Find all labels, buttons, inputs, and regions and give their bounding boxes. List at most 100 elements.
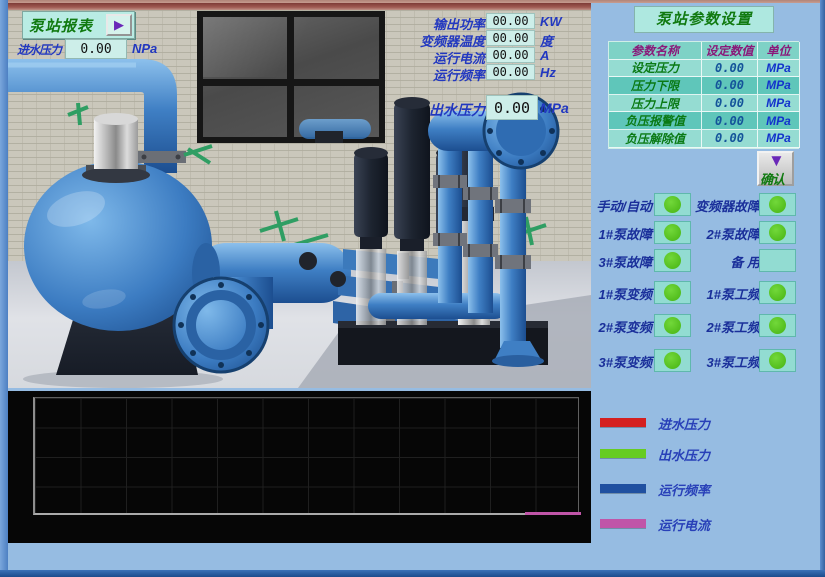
status-label: 2#泵故障: [707, 224, 760, 243]
param-name: 压力上限: [609, 95, 702, 113]
status-label: 2#泵变频: [599, 317, 652, 336]
outlet-pressure-value: 0.00: [486, 95, 538, 120]
play-icon[interactable]: ▶: [106, 14, 132, 36]
param-name: 设定压力: [609, 60, 702, 78]
legend-swatch: [600, 418, 646, 427]
status-lamp-box: [759, 349, 796, 372]
status-lamp-box: [654, 281, 691, 304]
status-label: 3#泵故障: [599, 252, 652, 271]
col-header-name: 参数名称: [609, 42, 702, 60]
status-lamp-box: [654, 314, 691, 337]
chart-grid: [33, 397, 579, 515]
status-lamp-box: [654, 221, 691, 244]
lamp-icon: [769, 224, 786, 241]
legend-item: 运行频率: [598, 480, 798, 496]
status-row: 1#泵变频 1#泵工频: [595, 281, 800, 304]
report-button-label: 泵站报表: [23, 15, 93, 36]
param-value[interactable]: 0.00: [702, 130, 758, 148]
legend-item: 进水压力: [598, 414, 798, 430]
frame-top: [0, 0, 825, 3]
current-trace: [525, 512, 581, 515]
frame-left: [0, 0, 8, 577]
param-value[interactable]: 0.00: [702, 95, 758, 113]
col-header-value: 设定数值: [702, 42, 758, 60]
status-row: 3#泵变频 3#泵工频: [595, 349, 800, 372]
hmi-screen: 泵站报表 ▶ 进水压力 0.00 NPa 输出功率 00.00 KW 变频器温度…: [0, 0, 825, 577]
readout-value: 00.00: [486, 64, 535, 80]
readout-value: 00.00: [486, 47, 535, 63]
param-name: 负压解除值: [609, 130, 702, 148]
lamp-icon: [664, 284, 681, 301]
param-unit: MPa: [758, 130, 800, 148]
status-label: 3#泵工频: [707, 352, 760, 371]
readout-value: 00.00: [486, 13, 535, 29]
param-name: 压力下限: [609, 77, 702, 95]
frame-bottom: [0, 570, 825, 577]
status-label: 备 用: [730, 252, 760, 271]
readout-unit: KW: [540, 14, 562, 29]
status-row: 3#泵故障 备 用: [595, 249, 800, 272]
status-label: 2#泵工频: [707, 317, 760, 336]
confirm-label: 确认: [760, 169, 784, 188]
status-label: 手动/自动: [596, 196, 652, 215]
readout-label: 运行频率: [368, 65, 485, 84]
legend-item: 运行电流: [598, 515, 798, 531]
status-lamp-box: [654, 249, 691, 272]
legend-label: 进水压力: [658, 414, 710, 433]
lamp-icon: [769, 317, 786, 334]
readout-unit: Hz: [540, 65, 556, 80]
legend-label: 运行电流: [658, 515, 710, 534]
status-lamp-box: [654, 349, 691, 372]
trend-chart: [8, 391, 591, 543]
legend-label: 出水压力: [658, 445, 710, 464]
status-label: 1#泵工频: [707, 284, 760, 303]
legend-swatch: [600, 484, 646, 493]
lamp-icon: [664, 352, 681, 369]
param-value[interactable]: 0.00: [702, 60, 758, 78]
status-row: 2#泵变频 2#泵工频: [595, 314, 800, 337]
status-lamp-box: [759, 249, 796, 272]
lamp-icon: [769, 196, 786, 213]
status-lamp-box: [759, 314, 796, 337]
outlet-pressure-label: 出水压力: [368, 100, 485, 120]
param-value[interactable]: 0.00: [702, 112, 758, 130]
frame-right: [820, 0, 825, 577]
status-lamp-box: [654, 193, 691, 216]
confirm-triangle-icon: ▼: [768, 151, 785, 171]
status-label: 变频器故障: [695, 196, 760, 215]
lamp-icon: [664, 317, 681, 334]
legend-swatch: [600, 449, 646, 458]
legend-label: 运行频率: [658, 480, 710, 499]
outlet-pressure-unit: MPa: [540, 100, 569, 116]
param-unit: MPa: [758, 112, 800, 130]
status-label: 1#泵变频: [599, 284, 652, 303]
param-unit: MPa: [758, 77, 800, 95]
param-unit: MPa: [758, 95, 800, 113]
status-lamp-box: [759, 281, 796, 304]
status-lamp-box: [759, 221, 796, 244]
status-label: 3#泵变频: [599, 352, 652, 371]
status-lamp-box: [759, 193, 796, 216]
lamp-icon: [664, 224, 681, 241]
readout-unit: A: [540, 48, 549, 63]
legend-swatch: [600, 519, 646, 528]
status-row: 1#泵故障 2#泵故障: [595, 221, 800, 244]
inlet-pressure-label: 进水压力: [17, 41, 65, 58]
col-header-unit: 单位: [758, 42, 800, 60]
settings-panel-title: 泵站参数设置: [634, 6, 774, 33]
confirm-button[interactable]: ▼ 确认: [757, 151, 794, 186]
legend-item: 出水压力: [598, 445, 798, 461]
lamp-icon: [769, 352, 786, 369]
status-label: 1#泵故障: [599, 224, 652, 243]
pump-room-scene: 泵站报表 ▶ 进水压力 0.00 NPa 输出功率 00.00 KW 变频器温度…: [8, 3, 591, 388]
param-value[interactable]: 0.00: [702, 77, 758, 95]
inlet-pressure-value: 0.00: [65, 39, 127, 59]
inlet-pressure-unit: NPa: [132, 41, 157, 56]
param-name: 负压报警值: [609, 112, 702, 130]
lamp-icon: [769, 284, 786, 301]
status-row: 手动/自动 变频器故障: [595, 193, 800, 216]
params-table: 参数名称 设定数值 单位 设定压力 0.00 MPa 压力下限 0.00 MPa…: [608, 41, 799, 149]
param-unit: MPa: [758, 60, 800, 78]
lamp-icon: [664, 252, 681, 269]
report-button[interactable]: 泵站报表 ▶: [22, 11, 135, 39]
